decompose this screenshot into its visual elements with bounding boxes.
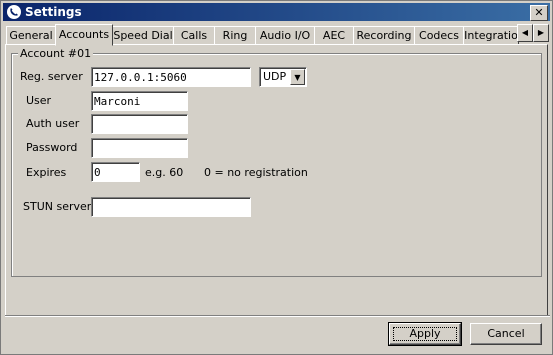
auth-user-label: Auth user	[26, 117, 80, 130]
tab-general[interactable]: General	[6, 26, 56, 45]
tab-speed-dial[interactable]: Speed Dial	[112, 26, 174, 45]
auth-user-input[interactable]	[91, 114, 188, 134]
transport-select[interactable]: UDP ▼	[259, 67, 307, 87]
window-title: Settings	[25, 5, 82, 19]
password-input[interactable]	[91, 138, 188, 158]
settings-window: Settings ✕ General Accounts Speed Dial C…	[0, 0, 553, 355]
tab-codecs[interactable]: Codecs	[414, 26, 464, 45]
expires-input[interactable]: 0	[91, 162, 140, 182]
user-input[interactable]: Marconi	[91, 91, 188, 111]
apply-button[interactable]: Apply	[388, 322, 462, 346]
tab-strip: General Accounts Speed Dial Calls Ring A…	[5, 24, 550, 46]
reg-server-input[interactable]: 127.0.0.1:5060	[91, 67, 251, 87]
expires-note: 0 = no registration	[204, 166, 308, 179]
tab-aec[interactable]: AEC	[314, 26, 354, 45]
account-group-title: Account #01	[18, 47, 94, 60]
close-button[interactable]: ✕	[530, 5, 548, 21]
tab-recording[interactable]: Recording	[353, 26, 415, 45]
expires-label: Expires	[26, 166, 67, 179]
cancel-button-label: Cancel	[487, 327, 525, 340]
tab-scroll-left-icon[interactable]: ◀	[517, 24, 533, 42]
stun-server-input[interactable]	[91, 197, 251, 217]
tab-audio-io[interactable]: Audio I/O	[255, 26, 315, 45]
tab-ring[interactable]: Ring	[214, 26, 256, 45]
stun-server-label: STUN server	[23, 200, 92, 213]
accounts-panel: Account #01 Reg. server 127.0.0.1:5060 U…	[5, 44, 548, 316]
expires-hint: e.g. 60	[145, 166, 184, 179]
user-label: User	[26, 94, 52, 107]
transport-value: UDP	[263, 70, 287, 83]
phone-icon	[7, 5, 21, 19]
cancel-button[interactable]: Cancel	[470, 323, 542, 345]
footer-divider-highlight	[5, 316, 550, 317]
password-label: Password	[26, 141, 78, 154]
account-group: Account #01 Reg. server 127.0.0.1:5060 U…	[11, 47, 542, 277]
tab-scroll-right-icon[interactable]: ▶	[533, 24, 549, 42]
reg-server-label: Reg. server	[20, 70, 83, 83]
title-bar[interactable]: Settings ✕	[3, 3, 550, 21]
apply-button-label: Apply	[409, 327, 441, 340]
chevron-down-icon[interactable]: ▼	[290, 69, 305, 85]
tab-calls[interactable]: Calls	[173, 26, 215, 45]
tab-integration[interactable]: Integratio	[463, 26, 519, 45]
tab-accounts[interactable]: Accounts	[55, 24, 113, 46]
